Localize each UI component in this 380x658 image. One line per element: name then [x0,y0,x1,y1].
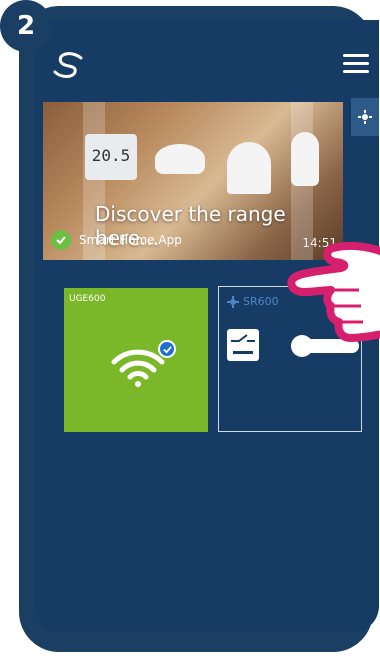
pointing-hand-icon [287,241,380,342]
gear-icon [227,295,239,308]
sensor-image [155,144,205,174]
relay-header: SR600 [227,295,279,308]
check-circle-icon [158,340,176,358]
gateway-label: UGE600 [69,294,106,304]
banner-footer: Smart Home App [51,230,182,250]
motion-sensor-image [291,132,319,186]
check-circle-icon [51,230,71,250]
thermostat-display: 20.5 [91,146,131,165]
step-number-badge: 2 [0,0,52,52]
gateway-tile[interactable]: UGE600 [64,288,208,432]
hamburger-menu-icon[interactable] [343,54,369,74]
gear-icon[interactable] [351,98,379,136]
app-label: Smart Home App [79,233,182,247]
salus-logo-icon [53,52,83,78]
switch-relay-icon [227,329,259,361]
relay-label: SR600 [243,295,279,308]
top-bar [35,20,379,98]
thermostat-image: 20.5 [85,134,137,180]
window-sensor-image [227,142,271,194]
